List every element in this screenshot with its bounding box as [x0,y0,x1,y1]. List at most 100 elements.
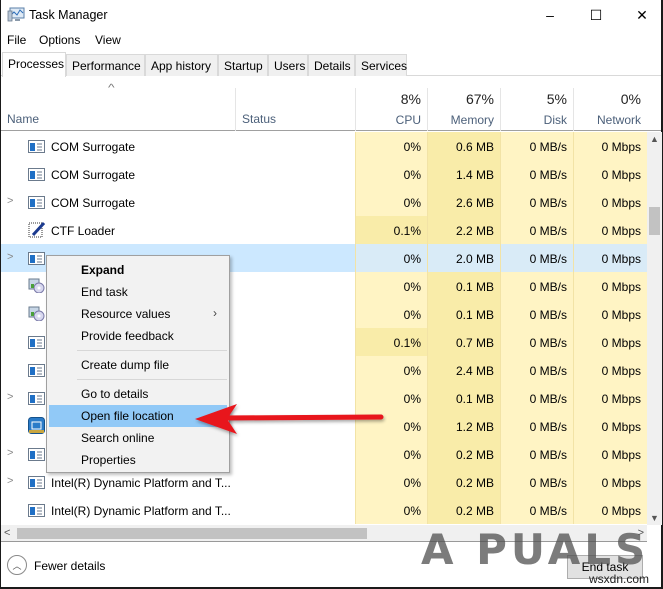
expand-chevron-icon[interactable]: > [7,447,13,459]
tab-users[interactable]: Users [268,54,308,76]
process-row[interactable]: COM Surrogate 0% 0.6 MB 0 MB/s 0 Mbps [1,132,647,160]
cpu-cell: 0% [355,244,427,272]
process-row[interactable]: CTF Loader 0.1% 2.2 MB 0 MB/s 0 Mbps [1,216,647,244]
memory-cell: 0.7 MB [427,328,500,356]
minimize-button[interactable]: – [527,0,573,30]
scroll-left-icon[interactable]: < [4,527,10,539]
cpu-cell: 0.1% [355,328,427,356]
site-watermark: wsxdn.com [589,572,650,586]
app-window-icon [28,364,45,377]
network-cell: 0 Mbps [573,412,647,440]
title-bar: Task Manager – ☐ ✕ [1,0,661,30]
context-menu-item-provide-feedback[interactable]: Provide feedback [49,325,227,347]
network-cell: 0 Mbps [573,188,647,216]
vertical-scroll-thumb[interactable] [649,207,660,235]
column-status[interactable]: Status [235,88,355,131]
expand-chevron-icon[interactable]: > [7,195,13,207]
context-menu-item-label: Open file location [81,409,174,423]
cpu-cell: 0% [355,440,427,468]
tab-details[interactable]: Details [308,54,355,76]
scroll-up-icon[interactable]: ▲ [650,134,659,144]
process-name: CTF Loader [51,224,116,238]
context-menu-item-resource-values[interactable]: Resource values › [49,303,227,325]
column-memory[interactable]: 67% Memory [427,88,500,131]
process-name: Intel(R) Dynamic Platform and T... [51,504,231,518]
expand-chevron-icon[interactable]: > [7,391,13,403]
fewer-details-link[interactable]: Fewer details [34,559,105,573]
cpu-cell: 0% [355,132,427,160]
context-menu-item-properties[interactable]: Properties [49,449,227,471]
disk-cell: 0 MB/s [500,496,573,524]
menu-file[interactable]: File [7,33,26,47]
disk-cell: 0 MB/s [500,188,573,216]
tab-startup[interactable]: Startup [218,54,268,76]
context-menu-item-end-task[interactable]: End task [49,281,227,303]
column-name[interactable]: Name [7,112,39,126]
disk-cell: 0 MB/s [500,440,573,468]
expand-chevron-icon[interactable]: > [7,251,13,263]
cpu-cell: 0% [355,272,427,300]
expand-chevron-icon[interactable]: > [7,475,13,487]
memory-cell: 1.2 MB [427,412,500,440]
installer-disc-icon [28,306,45,322]
memory-cell: 2.0 MB [427,244,500,272]
network-cell: 0 Mbps [573,356,647,384]
context-menu-item-create-dump-file[interactable]: Create dump file [49,354,227,376]
cpu-cell: 0.1% [355,216,427,244]
disk-label: Disk [543,113,567,127]
chevron-up-circle-icon[interactable]: ︿ [7,555,27,575]
tab-services[interactable]: Services [355,54,407,76]
close-button[interactable]: ✕ [619,0,663,30]
context-menu: Expand End task Resource values › Provide fe… [46,255,230,473]
network-cell: 0 Mbps [573,132,647,160]
menu-options[interactable]: Options [39,33,80,47]
context-menu-separator [77,379,227,380]
menu-view[interactable]: View [95,33,121,47]
column-network[interactable]: 0% Network [573,88,647,131]
process-name: COM Surrogate [51,168,136,182]
memory-cell: 0.1 MB [427,384,500,412]
vertical-scrollbar[interactable]: ▲ ▼ [647,132,662,525]
app-window-icon [28,504,45,517]
horizontal-scroll-thumb[interactable] [17,528,367,539]
cpu-label: CPU [395,113,421,127]
disk-cell: 0 MB/s [500,468,573,496]
appuals-watermark: A PUALS [421,525,650,574]
tab-app-history[interactable]: App history [145,54,218,76]
process-row[interactable]: COM Surrogate 0% 1.4 MB 0 MB/s 0 Mbps [1,160,647,188]
memory-total-percent: 67% [465,91,494,107]
memory-cell: 0.2 MB [427,496,500,524]
tab-processes[interactable]: Processes [2,52,66,77]
tab-bar: Processes Performance App history Startu… [1,52,661,77]
close-icon: ✕ [636,6,648,23]
network-cell: 0 Mbps [573,300,647,328]
cpu-cell: 0% [355,496,427,524]
disk-cell: 0 MB/s [500,244,573,272]
cpu-total-percent: 8% [400,91,421,107]
column-cpu[interactable]: 8% CPU [355,88,427,131]
disk-cell: 0 MB/s [500,160,573,188]
scroll-down-icon[interactable]: ▼ [650,513,659,523]
column-disk[interactable]: 5% Disk [500,88,573,131]
network-cell: 0 Mbps [573,216,647,244]
network-cell: 0 Mbps [573,160,647,188]
app-window-icon [28,336,45,349]
sort-ascending-icon: ^ [108,83,115,94]
process-row[interactable]: Intel(R) Dynamic Platform and T... 0% 0.2 … [1,496,647,524]
memory-cell: 1.4 MB [427,160,500,188]
context-menu-item-label: Go to details [81,387,149,401]
disk-total-percent: 5% [546,91,567,107]
network-cell: 0 Mbps [573,468,647,496]
cpu-cell: 0% [355,468,427,496]
maximize-button[interactable]: ☐ [573,0,619,30]
tab-performance[interactable]: Performance [66,54,145,76]
network-cell: 0 Mbps [573,328,647,356]
context-menu-item-expand[interactable]: Expand [49,259,227,281]
tab-label: Processes [8,57,65,71]
process-row[interactable]: > COM Surrogate 0% 2.6 MB 0 MB/s 0 Mbps [1,188,647,216]
maximize-icon: ☐ [589,6,603,23]
network-cell: 0 Mbps [573,272,647,300]
disk-cell: 0 MB/s [500,328,573,356]
cpu-cell: 0% [355,356,427,384]
minimize-icon: – [546,7,554,23]
